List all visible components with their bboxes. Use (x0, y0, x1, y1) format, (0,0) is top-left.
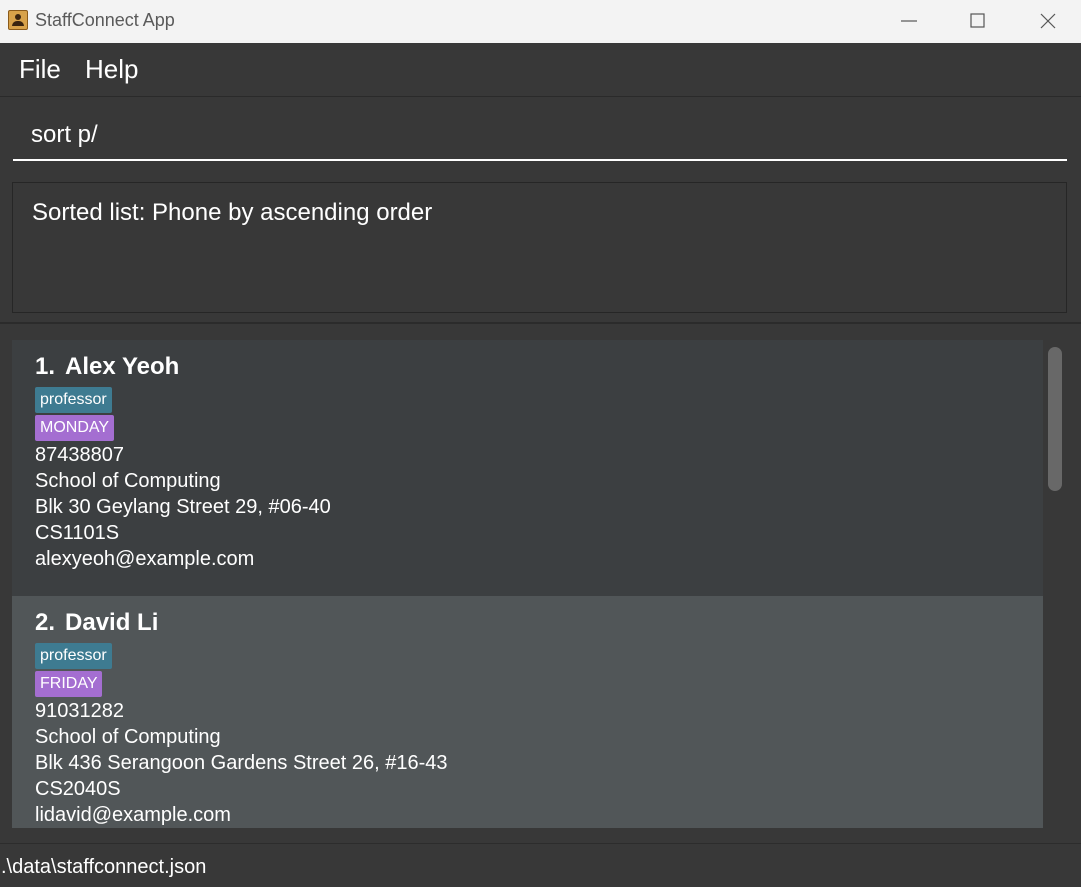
person-email: alexyeoh@example.com (35, 548, 255, 570)
person-phone: 87438807 (35, 444, 124, 466)
availability-tag: MONDAY (35, 415, 115, 441)
status-bar: .\data\staffconnect.json (0, 843, 1081, 887)
person-email: lidavid@example.com (35, 804, 231, 826)
result-display: Sorted list: Phone by ascending order (12, 182, 1067, 313)
divider (0, 322, 1081, 324)
save-file-path: .\data\staffconnect.json (1, 856, 207, 878)
menu-bar: File Help (0, 43, 1081, 97)
person-index: 1. (35, 353, 56, 380)
minimize-button[interactable] (879, 0, 939, 43)
title-bar: StaffConnect App (0, 0, 1081, 43)
person-name-text: David Li (65, 609, 159, 636)
menu-file[interactable]: File (19, 54, 61, 85)
scrollbar-thumb[interactable] (1048, 347, 1062, 491)
menu-help[interactable]: Help (85, 54, 138, 85)
minimize-icon (901, 20, 917, 22)
person-faculty: School of Computing (35, 470, 221, 492)
person-card[interactable]: 2. David Li professor FRIDAY 91031282 Sch… (12, 596, 1043, 828)
person-phone: 91031282 (35, 700, 124, 722)
maximize-button[interactable] (948, 0, 1008, 43)
person-index: 2. (35, 609, 56, 636)
person-list[interactable]: 1. Alex Yeoh professor MONDAY 87438807 Sc… (12, 340, 1043, 828)
person-address: Blk 436 Serangoon Gardens Street 26, #16… (35, 752, 448, 774)
close-button[interactable] (1018, 0, 1078, 43)
result-message: Sorted list: Phone by ascending order (32, 199, 433, 226)
person-card[interactable]: 1. Alex Yeoh professor MONDAY 87438807 Sc… (12, 340, 1043, 596)
role-tag: professor (35, 643, 112, 669)
role-tag: professor (35, 387, 112, 413)
person-name: 1. Alex Yeoh (35, 353, 179, 381)
person-name: 2. David Li (35, 609, 158, 637)
person-faculty: School of Computing (35, 726, 221, 748)
app-icon (8, 10, 28, 30)
person-module: CS2040S (35, 778, 121, 800)
person-name-text: Alex Yeoh (65, 353, 180, 380)
command-input[interactable] (13, 111, 1067, 161)
scrollbar-track[interactable] (1043, 340, 1069, 828)
command-box (0, 97, 1081, 175)
person-module: CS1101S (35, 522, 120, 544)
availability-tag: FRIDAY (35, 671, 103, 697)
maximize-icon (970, 13, 985, 28)
window-title: StaffConnect App (35, 10, 175, 30)
close-icon (1040, 13, 1056, 29)
person-address: Blk 30 Geylang Street 29, #06-40 (35, 496, 331, 518)
